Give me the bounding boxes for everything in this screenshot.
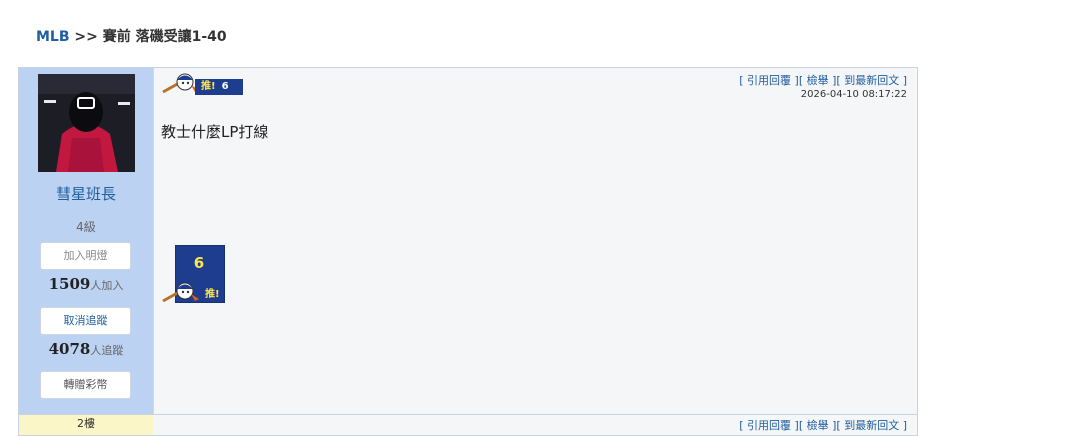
post-floor-1: 彗星班長 4級 加入明燈 1509人加入 取消追蹤 4078人追蹤 轉贈彩幣 推… — [18, 67, 918, 416]
push-mascot-icon — [162, 282, 199, 303]
post-floor-2: 2樓 [ 引用回覆 ][ 檢舉 ][ 到最新回文 ] — [18, 414, 918, 436]
post-timestamp: 2026-04-10 08:17:22 — [800, 89, 907, 100]
unfollow-button[interactable]: 取消追蹤 — [40, 307, 131, 335]
username[interactable]: 彗星班長 — [19, 183, 153, 204]
light-count: 1509人加入 — [19, 275, 153, 293]
breadcrumb-link-mlb[interactable]: MLB — [36, 29, 70, 45]
breadcrumb-separator: >> — [69, 29, 103, 45]
follow-count-number: 4078 — [48, 340, 91, 358]
add-light-button[interactable]: 加入明燈 — [40, 242, 131, 270]
breadcrumb: MLB >> 賽前 落磯受讓1-40 — [36, 26, 227, 46]
report-link[interactable]: [ 檢舉 ] — [799, 74, 837, 87]
post-body: 教士什麼LP打線 — [161, 123, 269, 141]
page-title: 賽前 落磯受讓1-40 — [102, 29, 227, 45]
next-post-actions[interactable]: [ 引用回覆 ][ 檢舉 ][ 到最新回文 ] — [739, 417, 907, 433]
push-badge-count: 6 — [221, 81, 229, 92]
follow-count: 4078人追蹤 — [19, 340, 153, 358]
push-badge: 推! 6 — [161, 72, 245, 96]
push-badge-flag: 推! 6 — [195, 79, 243, 95]
gift-coins-button[interactable]: 轉贈彩幣 — [40, 371, 131, 399]
user-level: 4級 — [76, 220, 96, 234]
push-badge-label: 推! — [201, 81, 216, 92]
push-button-label: 推! — [205, 289, 220, 300]
post-content: 推! 6 [ 引用回覆 ][ 檢舉 ][ 到最新回文 ] 2026-04-10 0… — [153, 68, 917, 415]
push-button-count: 6 — [193, 254, 205, 272]
latest-reply-link[interactable]: [ 到最新回文 ] — [836, 74, 907, 87]
light-count-suffix: 人加入 — [90, 279, 124, 292]
light-count-number: 1509 — [48, 275, 91, 293]
quote-reply-link[interactable]: [ 引用回覆 ] — [739, 74, 799, 87]
follow-count-suffix: 人追蹤 — [90, 344, 124, 357]
push-button[interactable]: 6 推! — [161, 245, 225, 305]
floor-label: 2樓 — [19, 415, 153, 435]
post-actions: [ 引用回覆 ][ 檢舉 ][ 到最新回文 ] — [739, 72, 907, 88]
avatar[interactable] — [38, 74, 135, 172]
user-sidebar: 彗星班長 4級 加入明燈 1509人加入 取消追蹤 4078人追蹤 轉贈彩幣 — [19, 68, 154, 415]
